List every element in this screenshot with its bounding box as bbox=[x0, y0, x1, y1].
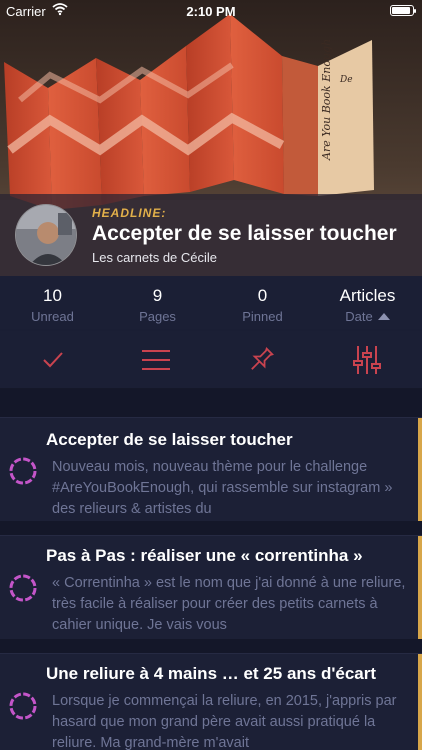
stat-unread[interactable]: 10 Unread bbox=[0, 286, 105, 324]
action-toolbar bbox=[0, 331, 422, 389]
article-title[interactable]: Une reliure à 4 mains … et 25 ans d'écar… bbox=[46, 664, 412, 684]
article-card[interactable]: Une reliure à 4 mains … et 25 ans d'écar… bbox=[0, 653, 422, 750]
stat-pages-value: 9 bbox=[152, 286, 163, 305]
stat-pinned[interactable]: 0 Pinned bbox=[210, 286, 315, 324]
sort-articles-value: Articles bbox=[339, 286, 396, 305]
article-list: Accepter de se laisser toucher Nouveau m… bbox=[0, 389, 422, 750]
checkmark-icon bbox=[43, 352, 63, 368]
pin-button[interactable] bbox=[244, 343, 278, 377]
filter-button[interactable] bbox=[350, 343, 384, 377]
stat-unread-value: 10 bbox=[43, 286, 62, 305]
sliders-icon bbox=[353, 346, 381, 374]
unread-indicator-icon bbox=[9, 574, 37, 602]
menu-button[interactable] bbox=[139, 343, 173, 377]
status-bar: Carrier 2:10 PM bbox=[0, 0, 422, 22]
avatar[interactable] bbox=[15, 204, 77, 266]
hero-header: Are You Book Enough De Carrier 2:10 PM H… bbox=[0, 0, 422, 276]
stat-unread-label: Unread bbox=[31, 309, 74, 324]
svg-text:Are You Book Enough: Are You Book Enough bbox=[320, 39, 333, 161]
stat-pages-label: Pages bbox=[139, 309, 176, 324]
article-title[interactable]: Accepter de se laisser toucher bbox=[46, 430, 412, 450]
menu-icon bbox=[142, 350, 170, 370]
article-excerpt: « Correntinha » est le nom que j'ai donn… bbox=[52, 575, 406, 633]
svg-text:De: De bbox=[339, 75, 353, 85]
headline-source[interactable]: Les carnets de Cécile bbox=[92, 250, 217, 265]
unread-accent-bar bbox=[418, 418, 422, 521]
headline-label: HEADLINE: bbox=[92, 206, 167, 220]
article-title[interactable]: Pas à Pas : réaliser une « correntinha » bbox=[46, 546, 412, 566]
stat-pinned-value: 0 bbox=[257, 286, 268, 305]
stat-pinned-label: Pinned bbox=[242, 309, 283, 324]
pin-icon bbox=[251, 347, 274, 370]
unread-accent-bar bbox=[418, 654, 422, 750]
sort-date-label: Date bbox=[315, 309, 420, 324]
sort-ascending-icon bbox=[377, 313, 390, 320]
article-card[interactable]: Pas à Pas : réaliser une « correntinha »… bbox=[0, 535, 422, 639]
unread-indicator-icon bbox=[9, 692, 37, 720]
sort-articles[interactable]: Articles Date bbox=[315, 286, 420, 324]
stats-bar: 10 Unread 9 Pages 0 Pinned Articles Date bbox=[0, 276, 422, 331]
headline-title[interactable]: Accepter de se laisser toucher bbox=[92, 222, 397, 246]
unread-accent-bar bbox=[418, 536, 422, 639]
article-excerpt: Lorsque je commençai la reliure, en 2015… bbox=[52, 693, 397, 750]
unread-indicator-icon bbox=[9, 457, 37, 485]
stat-pages[interactable]: 9 Pages bbox=[105, 286, 210, 324]
battery-icon bbox=[390, 5, 416, 16]
mark-read-button[interactable] bbox=[36, 343, 70, 377]
status-time: 2:10 PM bbox=[186, 4, 236, 19]
article-card[interactable]: Accepter de se laisser toucher Nouveau m… bbox=[0, 417, 422, 521]
sort-date-text: Date bbox=[345, 309, 373, 324]
article-excerpt: Nouveau mois, nouveau thème pour le chal… bbox=[52, 459, 393, 517]
